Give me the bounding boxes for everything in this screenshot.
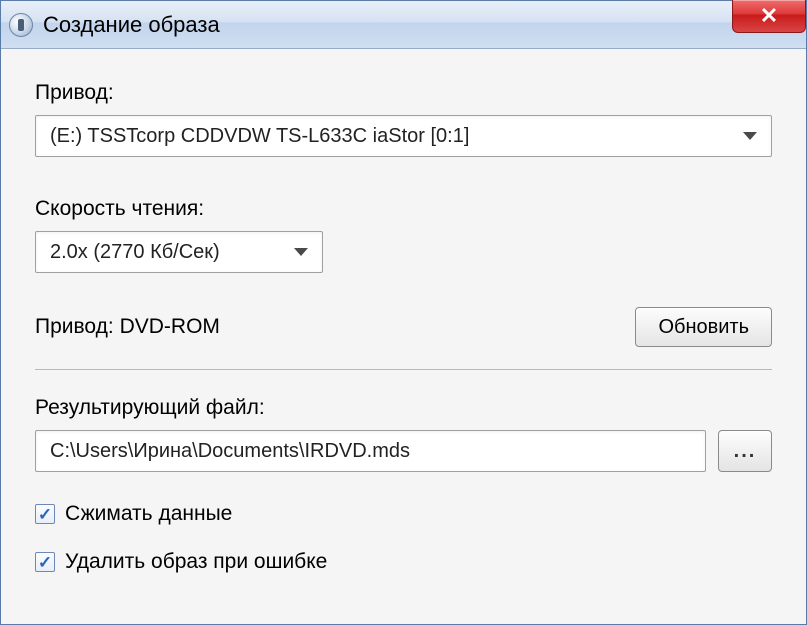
drive-type-info: Привод: DVD-ROM	[35, 315, 220, 339]
speed-select-value: 2.0x (2770 Кб/Сек)	[50, 241, 220, 264]
result-file-input[interactable]	[35, 430, 706, 472]
app-icon	[9, 13, 33, 37]
compress-checkbox-label: Сжимать данные	[65, 502, 232, 526]
window-title: Создание образа	[43, 12, 220, 38]
check-icon: ✓	[38, 506, 52, 523]
dialog-content: Привод: (E:) TSSTcorp CDDVDW TS-L633C ia…	[1, 49, 806, 584]
drive-label: Привод:	[35, 81, 772, 105]
refresh-button[interactable]: Обновить	[635, 307, 772, 347]
browse-button[interactable]: ...	[718, 430, 772, 472]
speed-select[interactable]: 2.0x (2770 Кб/Сек)	[35, 231, 323, 273]
dialog-window: Создание образа ✕ Привод: (E:) TSSTcorp …	[0, 0, 807, 625]
drive-select-value: (E:) TSSTcorp CDDVDW TS-L633C iaStor [0:…	[50, 125, 469, 148]
chevron-down-icon	[743, 132, 757, 140]
drive-select[interactable]: (E:) TSSTcorp CDDVDW TS-L633C iaStor [0:…	[35, 115, 772, 157]
check-icon: ✓	[38, 554, 52, 571]
drive-type-label: Привод:	[35, 315, 114, 338]
separator	[35, 369, 772, 370]
result-file-label: Результирующий файл:	[35, 396, 772, 420]
chevron-down-icon	[294, 248, 308, 256]
drive-type-value: DVD-ROM	[120, 315, 220, 338]
delete-on-error-checkbox-label: Удалить образ при ошибке	[65, 550, 327, 574]
titlebar: Создание образа ✕	[1, 1, 806, 49]
close-button[interactable]: ✕	[732, 0, 806, 33]
close-icon: ✕	[760, 5, 778, 27]
delete-on-error-checkbox[interactable]: ✓	[35, 552, 55, 572]
compress-checkbox[interactable]: ✓	[35, 504, 55, 524]
speed-label: Скорость чтения:	[35, 197, 772, 221]
